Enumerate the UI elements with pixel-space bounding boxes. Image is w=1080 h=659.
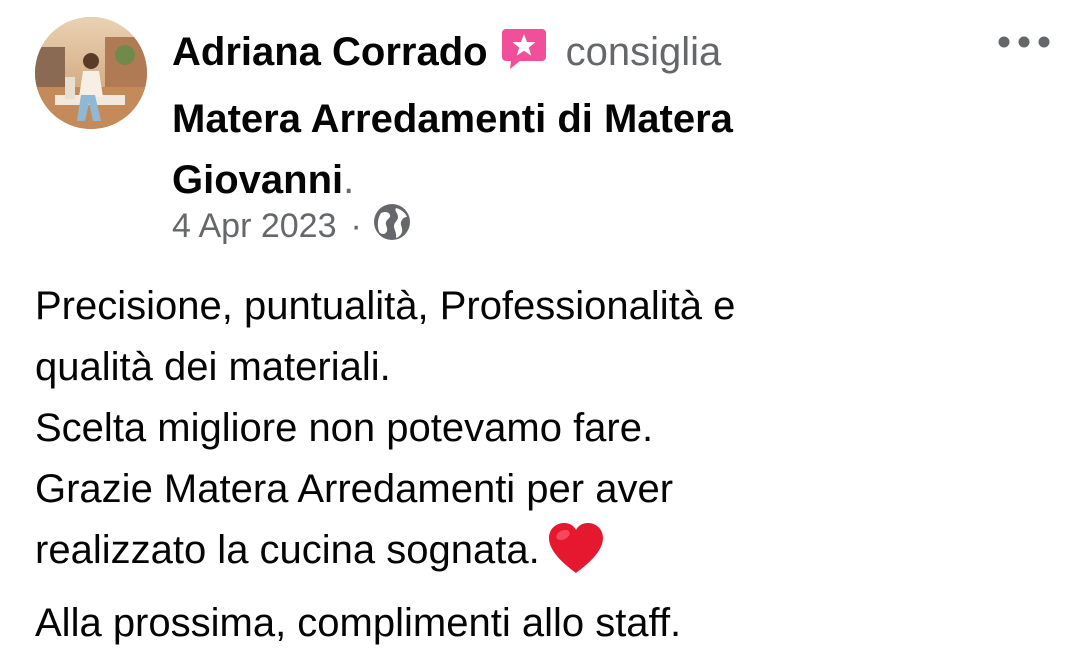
body-line: Scelta migliore non potevamo fare. [35, 406, 654, 450]
body-line: qualità dei materiali. [35, 345, 391, 389]
header-line-1: Adriana Corrado consiglia [172, 22, 962, 89]
body-line: Grazie Matera Arredamenti per aver [35, 467, 674, 511]
post-date[interactable]: 4 Apr 2023 [172, 207, 336, 246]
recommendation-icon [500, 27, 548, 89]
more-options-icon [998, 36, 1050, 48]
globe-icon[interactable] [372, 202, 412, 251]
more-options-button[interactable] [996, 22, 1052, 62]
post-body: Precisione, puntualità, Professionalità … [35, 276, 1045, 654]
header-line-2: Matera Arredamenti di Matera [172, 89, 962, 150]
avatar-photo [35, 17, 147, 129]
page-name-part-1[interactable]: Matera Arredamenti di Matera [172, 97, 733, 141]
heart-icon [546, 521, 606, 593]
body-line: realizzato la cucina sognata. [35, 528, 540, 572]
recommend-verb: consiglia [565, 30, 722, 74]
avatar[interactable] [35, 17, 147, 129]
post-meta: 4 Apr 2023 · [172, 203, 412, 249]
author-name[interactable]: Adriana Corrado [172, 30, 488, 74]
meta-separator: · [350, 206, 362, 245]
body-line: Alla prossima, complimenti allo staff. [35, 601, 682, 645]
body-line: Precisione, puntualità, Professionalità … [35, 284, 736, 328]
post-header: Adriana Corrado consiglia Matera Arredam… [172, 22, 962, 211]
page-name-period: . [343, 158, 355, 202]
page-name-part-2[interactable]: Giovanni [172, 158, 343, 202]
header-line-3: Giovanni. [172, 150, 962, 211]
body-line-with-emoji: realizzato la cucina sognata. [35, 520, 1045, 593]
review-post: Adriana Corrado consiglia Matera Arredam… [0, 0, 1080, 659]
